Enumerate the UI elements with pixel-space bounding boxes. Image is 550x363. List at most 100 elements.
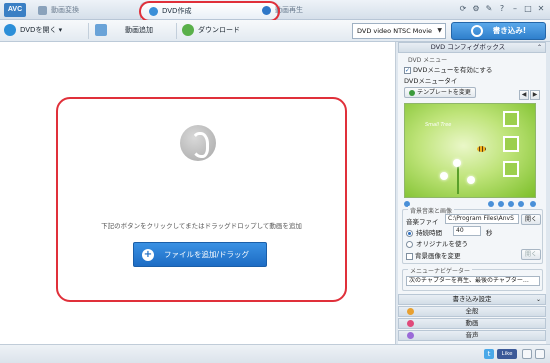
app-watermark-icon <box>180 125 216 161</box>
output-profile-select[interactable]: DVD video NTSC Movie ▼ <box>352 23 446 39</box>
audio-settings-bar[interactable]: 音声 <box>398 330 546 341</box>
convert-icon <box>38 5 47 15</box>
audio-icon <box>407 332 414 339</box>
window-controls: ⟳ ⚙ ✎? – □ ✕ <box>455 4 546 14</box>
nav-section-title: メニューナビゲーター <box>408 266 473 275</box>
next-arrow-icon[interactable]: ▶ <box>530 90 540 100</box>
open-dvd-button[interactable]: DVDを開く ▾ <box>4 22 62 39</box>
plus-icon: + <box>142 249 154 261</box>
tab-video-convert[interactable]: 動画変換 <box>38 2 79 19</box>
change-template-label: テンプレートを変更 <box>417 89 471 96</box>
enable-menu-checkbox[interactable]: ✓ <box>404 66 411 74</box>
audio-label: 音声 <box>465 331 479 339</box>
profile-value: DVD video NTSC Movie <box>357 27 433 35</box>
chevron-down-icon: ⌄ <box>535 296 541 303</box>
stop-icon[interactable] <box>518 201 524 207</box>
burn-label: 書き込み! <box>492 26 527 35</box>
flower <box>453 159 461 167</box>
change-bg-checkbox[interactable] <box>406 252 413 260</box>
disc-plus-icon <box>4 24 16 36</box>
change-template-button[interactable]: テンプレートを変更 <box>404 87 476 98</box>
wrench-icon[interactable]: ✎ <box>484 4 494 14</box>
toolbar-divider <box>176 23 177 39</box>
music-path-field[interactable]: C:\Program Files\AnvS <box>445 214 519 224</box>
menu-template-preview: Small Tree <box>404 103 536 198</box>
duration-row: 持続時間 <box>406 227 442 237</box>
bee <box>477 146 486 152</box>
music-label: 音楽ファイ <box>406 218 439 226</box>
open-music-button[interactable]: 開く <box>521 214 541 225</box>
gear-icon[interactable]: ⚙ <box>471 4 481 14</box>
add-video-button[interactable]: 動画追加 <box>95 22 153 39</box>
list-icon[interactable] <box>535 349 545 359</box>
next-icon[interactable] <box>498 201 504 207</box>
toolbar-divider <box>88 23 89 39</box>
original-label: オリジナルを使う <box>416 240 468 248</box>
change-bg-label: 背景画像を変更 <box>415 252 461 260</box>
minimize-icon[interactable]: – <box>510 4 520 14</box>
chevron-up-icon: ⌃ <box>536 44 542 51</box>
original-radio[interactable] <box>406 240 413 248</box>
dvd-config-panel: DVD コンフィグボックス ⌃ DVD メニュー ✓ DVDメニューを有効にする D… <box>398 42 546 344</box>
prev-icon[interactable] <box>488 201 494 207</box>
duration-label: 持続時間 <box>416 229 442 237</box>
prev-arrow-icon[interactable]: ◀ <box>519 90 529 100</box>
twitter-icon[interactable]: t <box>484 349 494 359</box>
config-panel-title: DVD コンフィグボックス <box>430 43 506 51</box>
refresh-icon[interactable]: ⟳ <box>458 4 468 14</box>
facebook-like-button[interactable]: Like <box>497 349 517 359</box>
close-icon[interactable]: ✕ <box>536 4 546 14</box>
video-settings-bar[interactable]: 動画 <box>398 318 546 329</box>
open-image-button[interactable]: 開く <box>521 249 541 260</box>
download-icon <box>182 24 194 36</box>
play-icon[interactable] <box>508 201 514 207</box>
tab-label: 動画変換 <box>51 6 79 14</box>
general-label: 全般 <box>465 307 479 315</box>
open-dvd-label: DVDを開く <box>20 26 57 34</box>
config-panel-header[interactable]: DVD コンフィグボックス ⌃ <box>398 42 546 53</box>
layout-icon[interactable] <box>522 349 532 359</box>
duration-unit: 秒 <box>486 229 493 237</box>
flower-stem <box>457 164 459 194</box>
burn-settings-label: 書き込み設定 <box>452 295 492 303</box>
general-settings-bar[interactable]: 全般 <box>398 306 546 317</box>
change-bg-row: 背景画像を変更 <box>406 250 461 260</box>
file-drop-area[interactable]: 下記のボタンをクリックしてまたはドラッグドロップして動画を追加 + ファイルを追加… <box>0 42 396 344</box>
burn-settings-bar[interactable]: 書き込み設定 ⌄ <box>398 294 546 305</box>
chapter-thumbnail <box>503 111 519 127</box>
chapter-thumbnail <box>503 136 519 152</box>
add-file-label: ファイルを追加/ドラッグ <box>164 250 250 259</box>
film-plus-icon <box>95 24 107 36</box>
download-button[interactable]: ダウンロード <box>182 22 240 39</box>
video-icon <box>407 320 414 327</box>
duration-radio[interactable] <box>406 229 413 237</box>
duration-field[interactable]: 40 <box>453 226 481 236</box>
chevron-down-icon: ▼ <box>437 27 442 34</box>
menu-title-label: DVDメニュータイ <box>404 77 458 85</box>
preview-caption: Small Tree <box>425 122 452 128</box>
burn-disc-icon <box>470 25 483 37</box>
video-label: 動画 <box>465 319 479 327</box>
help-icon[interactable]: ? <box>497 4 507 14</box>
enable-menu-row[interactable]: ✓ DVDメニューを有効にする <box>404 64 492 74</box>
chapter-thumbnail <box>503 161 519 177</box>
maximize-icon[interactable]: □ <box>523 4 533 14</box>
navigator-select[interactable]: 次のチャプターを再生、最後のチャプター… <box>406 276 540 286</box>
add-video-label: 動画追加 <box>125 26 153 34</box>
drop-instruction: 下記のボタンをクリックしてまたはドラッグドロップして動画を追加 <box>101 222 302 230</box>
template-icon <box>409 89 416 96</box>
status-bar: t Like <box>0 344 550 363</box>
fullscreen-icon[interactable] <box>530 201 536 207</box>
flower <box>440 172 448 180</box>
toolbar: DVDを開く ▾ 動画追加 ダウンロード DVD video NTSC Movi… <box>0 20 550 42</box>
general-icon <box>407 308 414 315</box>
add-file-button[interactable]: + ファイルを追加/ドラッグ <box>133 242 267 267</box>
download-label: ダウンロード <box>198 26 240 34</box>
menu-section-title: DVD メニュー <box>408 57 448 64</box>
highlight-annotation <box>139 1 280 22</box>
title-bar: AVC 動画変換 DVD作成 動画再生 ⟳ ⚙ ✎? – □ ✕ <box>0 0 550 22</box>
enable-menu-label: DVDメニューを有効にする <box>413 66 493 74</box>
original-row: オリジナルを使う <box>406 238 468 248</box>
burn-button[interactable]: 書き込み! <box>451 22 546 40</box>
flower <box>467 176 475 184</box>
